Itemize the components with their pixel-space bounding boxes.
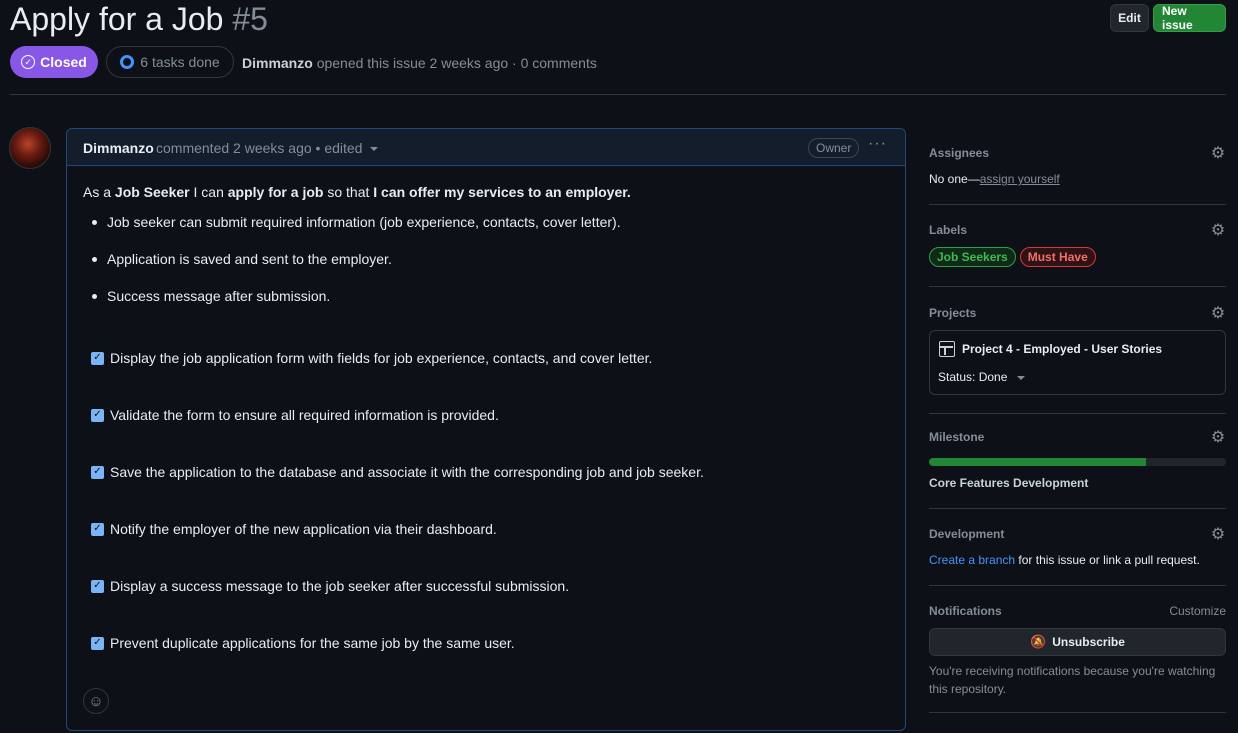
kebab-menu-icon[interactable]: ···: [868, 135, 887, 153]
gear-icon[interactable]: ⚙: [1210, 146, 1226, 162]
task-item: ✓ Prevent duplicate applications for the…: [91, 635, 515, 651]
comment-body: As a Job Seeker I can apply for a job so…: [83, 184, 883, 651]
owner-badge: Owner: [808, 138, 860, 158]
labels-section: Labels ⚙ Job Seekers Must Have: [929, 223, 1226, 269]
projects-section: Projects ⚙: [929, 306, 1226, 324]
task-item: ✓ Validate the form to ensure all requir…: [91, 407, 499, 423]
checkbox[interactable]: ✓: [91, 579, 104, 593]
issue-meta-text: opened this issue 2 weeks ago · 0 commen…: [316, 55, 597, 71]
customize-link[interactable]: Customize: [1169, 604, 1226, 618]
divider: [929, 508, 1226, 509]
development-section: Development ⚙ Create a branch for this i…: [929, 527, 1226, 573]
add-reaction-button[interactable]: ☺: [83, 688, 109, 714]
bell-slash-icon: 🔕: [1030, 634, 1047, 649]
project-card[interactable]: Project 4 - Employed - User Stories Stat…: [929, 330, 1226, 395]
task-item: ✓ Display the job application form with …: [91, 350, 652, 366]
avatar[interactable]: [9, 127, 51, 169]
divider: [929, 712, 1226, 713]
issue-number: #5: [232, 1, 268, 37]
task-label: Notify the employer of the new applicati…: [110, 521, 497, 537]
notification-note: You're receiving notifications because y…: [929, 664, 1216, 696]
story-text: As a: [83, 184, 115, 200]
assignees-title: Assignees: [929, 146, 990, 160]
task-label: Prevent duplicate applications for the s…: [110, 635, 515, 651]
labels-title: Labels: [929, 223, 968, 237]
story-role: Job Seeker: [114, 184, 190, 200]
label-must-have[interactable]: Must Have: [1019, 247, 1096, 267]
create-branch-link[interactable]: Create a branch: [929, 553, 1015, 567]
status-label: Closed: [40, 54, 87, 70]
gear-icon[interactable]: ⚙: [1210, 306, 1226, 322]
smiley-icon: ☺: [88, 692, 104, 710]
divider: [929, 585, 1226, 586]
story-text: so that: [323, 184, 374, 200]
tasks-label: 6 tasks done: [140, 54, 220, 70]
list-item: Job seeker can submit required informati…: [91, 214, 621, 251]
user-story: As a Job Seeker I can apply for a job so…: [83, 184, 883, 200]
label-list: Job Seekers Must Have: [929, 247, 1226, 267]
acceptance-list: Job seeker can submit required informati…: [91, 214, 621, 325]
checkbox[interactable]: ✓: [91, 636, 104, 650]
gear-icon[interactable]: ⚙: [1210, 223, 1226, 239]
project-name[interactable]: Project 4 - Employed - User Stories: [962, 342, 1162, 356]
task-item: ✓ Save the application to the database a…: [91, 464, 704, 480]
gear-icon[interactable]: ⚙: [1210, 430, 1226, 446]
gear-icon[interactable]: ⚙: [1210, 527, 1226, 543]
edit-button[interactable]: Edit: [1110, 4, 1149, 32]
checkbox[interactable]: ✓: [91, 408, 104, 422]
milestone-section: Milestone ⚙: [929, 430, 1226, 448]
list-item: Success message after submission.: [91, 288, 621, 325]
milestone-progress-fill: [929, 458, 1146, 466]
header-divider: [10, 94, 1226, 95]
development-rest: for this issue or link a pull request.: [1015, 553, 1200, 567]
story-text: I can: [189, 184, 228, 200]
progress-ring-icon: [120, 55, 135, 69]
task-item: ✓ Display a success message to the job s…: [91, 578, 569, 594]
comment-meta[interactable]: commented 2 weeks ago • edited: [156, 140, 362, 156]
table-icon: [939, 341, 955, 357]
list-item: Application is saved and sent to the emp…: [91, 251, 621, 288]
project-status[interactable]: Status: Done: [938, 370, 1007, 384]
unsubscribe-button[interactable]: 🔕 Unsubscribe: [929, 628, 1226, 656]
story-benefit: I can offer my services to an employer.: [373, 184, 631, 200]
task-item: ✓ Notify the employer of the new applica…: [91, 521, 497, 537]
divider: [929, 413, 1226, 414]
task-label: Display the job application form with fi…: [110, 350, 653, 366]
new-issue-button[interactable]: New issue: [1153, 4, 1226, 32]
label-job-seekers[interactable]: Job Seekers: [929, 247, 1016, 267]
notifications-section: Notifications Customize: [929, 604, 1226, 622]
checkbox[interactable]: ✓: [91, 351, 104, 365]
unsubscribe-label: Unsubscribe: [1052, 635, 1125, 649]
comment-header: Dimmanzo commented 2 weeks ago • edited …: [67, 129, 905, 166]
comment-author[interactable]: Dimmanzo: [83, 140, 154, 156]
task-label: Validate the form to ensure all required…: [110, 407, 499, 423]
milestone-title: Milestone: [929, 430, 985, 444]
divider: [929, 204, 1226, 205]
issue-title-text: Apply for a Job: [10, 1, 224, 37]
task-label: Display a success message to the job see…: [110, 578, 570, 594]
assignees-value: No one—assign yourself: [929, 172, 1226, 186]
checkbox[interactable]: ✓: [91, 465, 104, 479]
assignees-none: No one—: [929, 172, 980, 186]
milestone-name[interactable]: Core Features Development: [929, 476, 1226, 490]
development-text: Create a branch for this issue or link a…: [929, 553, 1226, 567]
issue-meta: Dimmanzo opened this issue 2 weeks ago ·…: [242, 55, 597, 71]
milestone-progress-bar: [929, 458, 1226, 466]
comment-box: Dimmanzo commented 2 weeks ago • edited …: [66, 128, 906, 731]
divider: [929, 286, 1226, 287]
tasks-badge[interactable]: 6 tasks done: [106, 46, 234, 78]
chevron-down-icon[interactable]: [370, 147, 378, 151]
chevron-down-icon[interactable]: [1017, 376, 1025, 380]
check-circle-icon: ✓: [21, 55, 36, 69]
assign-yourself-link[interactable]: assign yourself: [980, 172, 1060, 186]
issue-author-link[interactable]: Dimmanzo: [242, 55, 313, 71]
development-title: Development: [929, 527, 1005, 541]
issue-title: Apply for a Job #5: [10, 1, 268, 38]
status-badge: ✓ Closed: [10, 46, 98, 78]
projects-title: Projects: [929, 306, 977, 320]
story-goal: apply for a job: [227, 184, 324, 200]
assignees-section: Assignees ⚙ No one—assign yourself: [929, 146, 1226, 190]
checkbox[interactable]: ✓: [91, 522, 104, 536]
task-label: Save the application to the database and…: [110, 464, 704, 480]
